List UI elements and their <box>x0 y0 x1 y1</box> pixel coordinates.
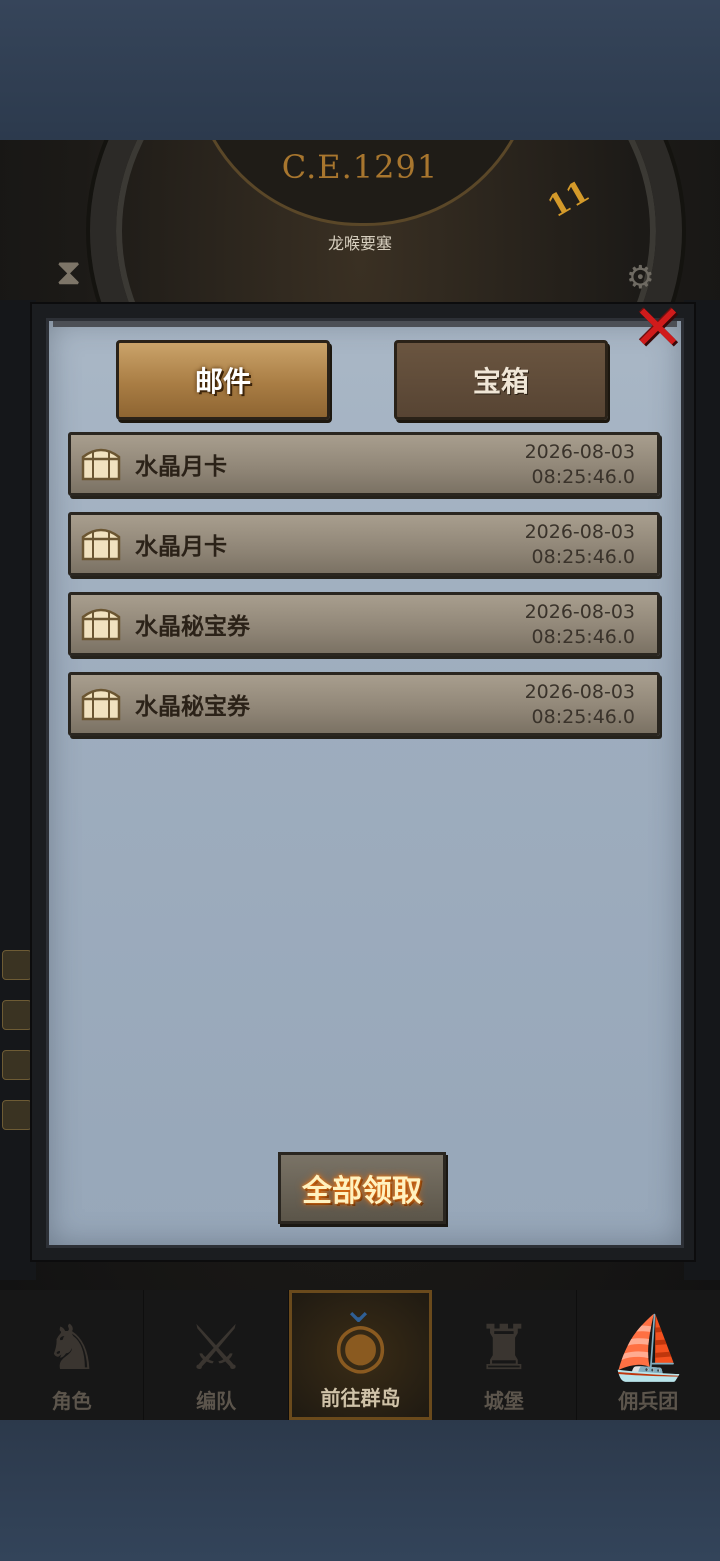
nav-item-label: 城堡 <box>483 1389 524 1413</box>
mail-title: 水晶秘宝券 <box>135 694 250 720</box>
mail-title: 水晶月卡 <box>135 454 227 480</box>
nav-item-mercenary[interactable]: ⛵ 佣兵团 <box>577 1290 720 1420</box>
chevron-down-icon: ⌄ <box>341 1286 376 1332</box>
nav-item-label: 前往群岛 <box>320 1386 401 1410</box>
claim-all-label: 全部领取 <box>302 1174 422 1209</box>
tab-chest-label: 宝箱 <box>472 365 529 398</box>
mail-list-item[interactable]: 水晶秘宝券 2026-08-03 08:25:46.0 <box>68 672 660 736</box>
mail-time: 08:25:46.0 <box>531 626 635 648</box>
nav-item-label: 编队 <box>196 1389 237 1413</box>
mail-date: 2026-08-03 <box>524 521 635 543</box>
mail-title: 水晶秘宝券 <box>135 614 250 640</box>
treasure-chest-icon <box>79 601 123 645</box>
mail-time: 08:25:46.0 <box>531 466 635 488</box>
nav-item-formation[interactable]: ⚔ 编队 <box>144 1290 289 1420</box>
mail-time: 08:25:46.0 <box>531 706 635 728</box>
mail-timestamp: 2026-08-03 08:25:46.0 <box>525 680 635 730</box>
mail-date: 2026-08-03 <box>524 441 635 463</box>
mail-timestamp: 2026-08-03 08:25:46.0 <box>525 600 635 650</box>
nav-item-label: 佣兵团 <box>618 1389 679 1413</box>
mail-list-item[interactable]: 水晶秘宝券 2026-08-03 08:25:46.0 <box>68 592 660 656</box>
location-label: 龙喉要塞 <box>327 234 392 253</box>
treasure-chest-icon <box>79 681 123 725</box>
mail-timestamp: 2026-08-03 08:25:46.0 <box>525 520 635 570</box>
nav-item-islands[interactable]: ⌄ ◉ 前往群岛 <box>288 1286 433 1420</box>
mail-title: 水晶月卡 <box>135 534 227 560</box>
system-nav-area <box>0 1420 720 1561</box>
search-icon[interactable] <box>2 1100 32 1130</box>
side-widget-icon[interactable] <box>2 1050 32 1080</box>
tab-mail-label: 邮件 <box>194 365 251 398</box>
ship-icon: ⛵ <box>609 1311 687 1384</box>
tab-chest[interactable]: 宝箱 <box>394 340 608 420</box>
knight-icon: ♞ <box>43 1311 100 1384</box>
status-bar-area <box>0 0 720 140</box>
close-icon: ✕ <box>632 291 684 364</box>
year-label: C.E.1291 <box>281 148 439 186</box>
mail-date: 2026-08-03 <box>524 601 635 623</box>
tab-mail[interactable]: 邮件 <box>116 340 330 420</box>
side-widget-icon[interactable] <box>2 950 32 980</box>
mail-timestamp: 2026-08-03 08:25:46.0 <box>525 440 635 490</box>
bottom-nav-bar: ♞ 角色 ⚔ 编队 ⌄ ◉ 前往群岛 ♜ 城堡 ⛵ 佣兵团 <box>0 1286 720 1420</box>
close-button[interactable]: ✕ <box>626 296 690 360</box>
mail-list-item[interactable]: 水晶月卡 2026-08-03 08:25:46.0 <box>68 512 660 576</box>
mail-time: 08:25:46.0 <box>531 546 635 568</box>
nav-item-label: 角色 <box>51 1389 92 1413</box>
nav-item-character[interactable]: ♞ 角色 <box>0 1290 145 1420</box>
nav-item-castle[interactable]: ♜ 城堡 <box>432 1290 577 1420</box>
claim-all-button[interactable]: 全部领取 <box>278 1152 446 1224</box>
mail-list-item[interactable]: 水晶月卡 2026-08-03 08:25:46.0 <box>68 432 660 496</box>
hourglass-icon[interactable]: ⧗ <box>56 252 96 302</box>
castle-icon: ♜ <box>476 1311 532 1384</box>
mail-date: 2026-08-03 <box>524 681 635 703</box>
treasure-chest-icon <box>79 441 123 485</box>
side-widget-icon[interactable] <box>2 1000 32 1030</box>
treasure-chest-icon <box>79 521 123 565</box>
formation-icon: ⚔ <box>188 1311 244 1384</box>
